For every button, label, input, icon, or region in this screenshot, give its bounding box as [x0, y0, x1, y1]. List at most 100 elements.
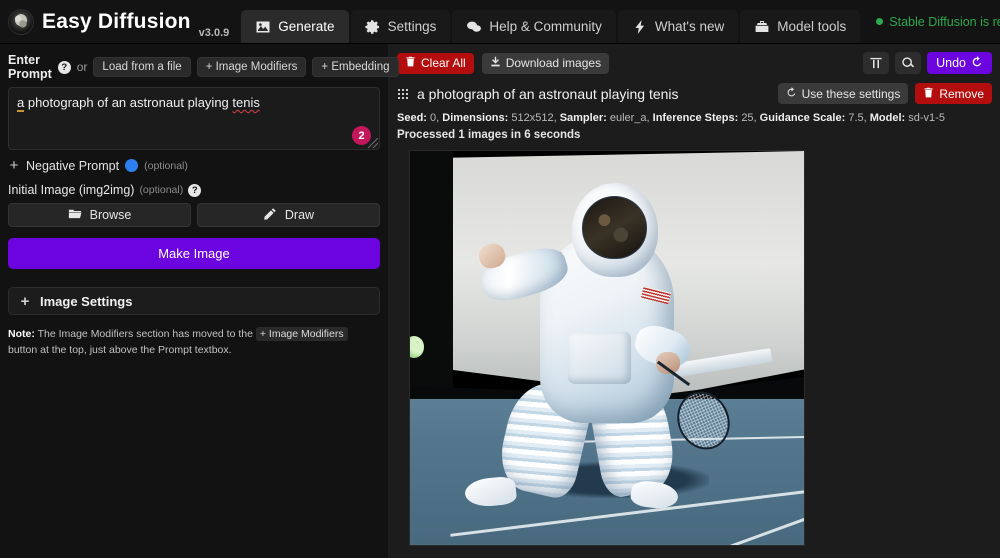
- folder-open-icon: [68, 207, 82, 224]
- columns-layout-icon[interactable]: [863, 52, 890, 74]
- browse-label: Browse: [89, 208, 132, 222]
- undo-button[interactable]: Undo: [927, 52, 992, 74]
- image-settings-label: Image Settings: [40, 293, 133, 309]
- optional-label: (optional): [139, 184, 184, 196]
- tab-whats-new[interactable]: What's new: [617, 10, 739, 43]
- prompt-text: a photograph of an astronaut playing ten…: [17, 94, 371, 112]
- download-images-button[interactable]: Download images: [481, 52, 610, 74]
- result-metadata: Seed: 0, Dimensions: 512x512, Sampler: e…: [397, 110, 992, 127]
- prompt-body: photograph of an astronaut playing: [24, 95, 233, 110]
- meta-key: Seed:: [397, 112, 427, 124]
- result-title: a photograph of an astronaut playing ten…: [417, 85, 679, 102]
- meta-key: Dimensions:: [442, 112, 509, 124]
- tab-help-community[interactable]: Help & Community: [452, 10, 616, 43]
- initial-image-row: Initial Image (img2img) (optional) ?: [8, 183, 380, 197]
- initial-image-buttons: Browse Draw: [8, 203, 380, 227]
- prompt-label: Enter Prompt: [8, 53, 52, 81]
- browse-button[interactable]: Browse: [8, 203, 191, 227]
- undo-label: Undo: [936, 56, 966, 70]
- brand-name: Easy Diffusion: [42, 9, 191, 33]
- results-toolbar: Clear All Download images Undo: [397, 52, 992, 74]
- prompt-header-row: Enter Prompt ? or Load from a file + Ima…: [8, 53, 399, 81]
- result-header: a photograph of an astronaut playing ten…: [397, 83, 992, 104]
- processed-status: Processed 1 images in 6 seconds: [397, 129, 581, 142]
- right-panel: Clear All Download images Undo a photogr…: [389, 44, 1000, 558]
- question-mark-icon[interactable]: ?: [188, 183, 202, 197]
- left-panel: Enter Prompt ? or Load from a file + Ima…: [0, 44, 399, 558]
- embedding-button[interactable]: + Embedding: [312, 57, 399, 77]
- tab-label: What's new: [654, 19, 725, 34]
- generated-astronaut-playing-tennis-image: [410, 151, 804, 546]
- make-image-button[interactable]: Make Image: [8, 238, 380, 269]
- refresh-icon: [786, 86, 797, 101]
- trash-icon: [923, 87, 934, 101]
- status-badge: Stable Diffusion is ready: [862, 15, 1000, 29]
- trash-icon: [405, 56, 416, 70]
- meta-key: Model:: [869, 112, 906, 124]
- question-mark-icon[interactable]: ?: [57, 60, 71, 74]
- meta-value: sd-v1-5: [908, 112, 945, 124]
- use-these-settings-button[interactable]: Use these settings: [777, 83, 909, 104]
- meta-value: 0,: [430, 112, 440, 124]
- note-text-1: The Image Modifiers section has moved to…: [37, 328, 253, 340]
- draw-label: Draw: [284, 208, 315, 222]
- initial-image-label: Initial Image (img2img): [8, 183, 135, 197]
- question-mark-icon-blue[interactable]: [125, 159, 139, 172]
- tab-label: Settings: [387, 19, 437, 34]
- meta-key: Guidance Scale:: [759, 112, 846, 124]
- prompt-misspelled-word: tenis: [232, 95, 260, 110]
- download-icon: [490, 56, 501, 70]
- pencil-icon: [263, 207, 277, 224]
- draw-button[interactable]: Draw: [197, 203, 380, 227]
- plus-icon: +: [20, 292, 30, 310]
- tab-label: Help & Community: [489, 19, 602, 34]
- note-text-2: button at the top, just above the Prompt…: [8, 343, 232, 356]
- prompt-input[interactable]: a photograph of an astronaut playing ten…: [8, 87, 380, 150]
- use-these-settings-label: Use these settings: [801, 86, 901, 101]
- textarea-resize-grip[interactable]: [368, 138, 378, 148]
- toolbox-icon: [754, 19, 770, 35]
- meta-value: euler_a,: [609, 112, 650, 124]
- load-from-file-button[interactable]: Load from a file: [93, 57, 191, 77]
- chat-bubbles-icon: [466, 19, 482, 35]
- meta-value: 512x512,: [511, 112, 557, 124]
- tab-label: Generate: [278, 19, 335, 34]
- meta-key: Inference Steps:: [652, 112, 739, 124]
- image-settings-section[interactable]: + Image Settings: [8, 287, 380, 315]
- lightning-bolt-icon: [632, 19, 648, 35]
- clear-all-button[interactable]: Clear All: [397, 52, 474, 74]
- note-text: Note: The Image Modifiers section has mo…: [8, 327, 380, 359]
- magnifier-icon[interactable]: [895, 52, 922, 74]
- tab-generate[interactable]: Generate: [241, 10, 349, 43]
- prompt-extra-buttons: + Image Modifiers + Embedding: [196, 57, 399, 77]
- result-actions: Use these settings Remove: [777, 83, 992, 104]
- meta-value: 25,: [741, 112, 757, 124]
- note-prefix: Note:: [8, 328, 35, 340]
- generated-image[interactable]: [409, 150, 805, 547]
- download-images-label: Download images: [505, 56, 602, 70]
- optional-label: (optional): [144, 159, 188, 172]
- plus-icon: +: [9, 157, 19, 174]
- note-inline-pill: + Image Modifiers: [255, 327, 348, 341]
- art-chest-pack: [567, 332, 631, 384]
- meta-value: 7.5,: [848, 112, 867, 124]
- brand-version: v3.0.9: [198, 27, 230, 39]
- image-icon: [255, 19, 271, 35]
- undo-arrow-icon: [971, 55, 983, 71]
- main-tabs: Generate Settings Help & Community What'…: [241, 0, 862, 43]
- astronaut-logo-icon: [8, 8, 34, 35]
- toolbar-right-group: Undo: [863, 52, 992, 74]
- remove-button[interactable]: Remove: [915, 83, 992, 104]
- remove-label: Remove: [939, 86, 984, 101]
- tab-settings[interactable]: Settings: [350, 10, 451, 43]
- tab-label: Model tools: [777, 19, 847, 34]
- negative-prompt-toggle[interactable]: + Negative Prompt (optional): [8, 158, 380, 173]
- or-text: or: [76, 60, 88, 74]
- art-visor: [581, 196, 647, 260]
- status-text: Stable Diffusion is ready: [889, 14, 1000, 29]
- gear-icon: [364, 19, 381, 35]
- image-modifiers-button[interactable]: + Image Modifiers: [196, 57, 307, 77]
- drag-handle-icon[interactable]: [397, 88, 409, 99]
- tab-model-tools[interactable]: Model tools: [740, 10, 861, 43]
- art-wall-left-dark: [410, 151, 454, 404]
